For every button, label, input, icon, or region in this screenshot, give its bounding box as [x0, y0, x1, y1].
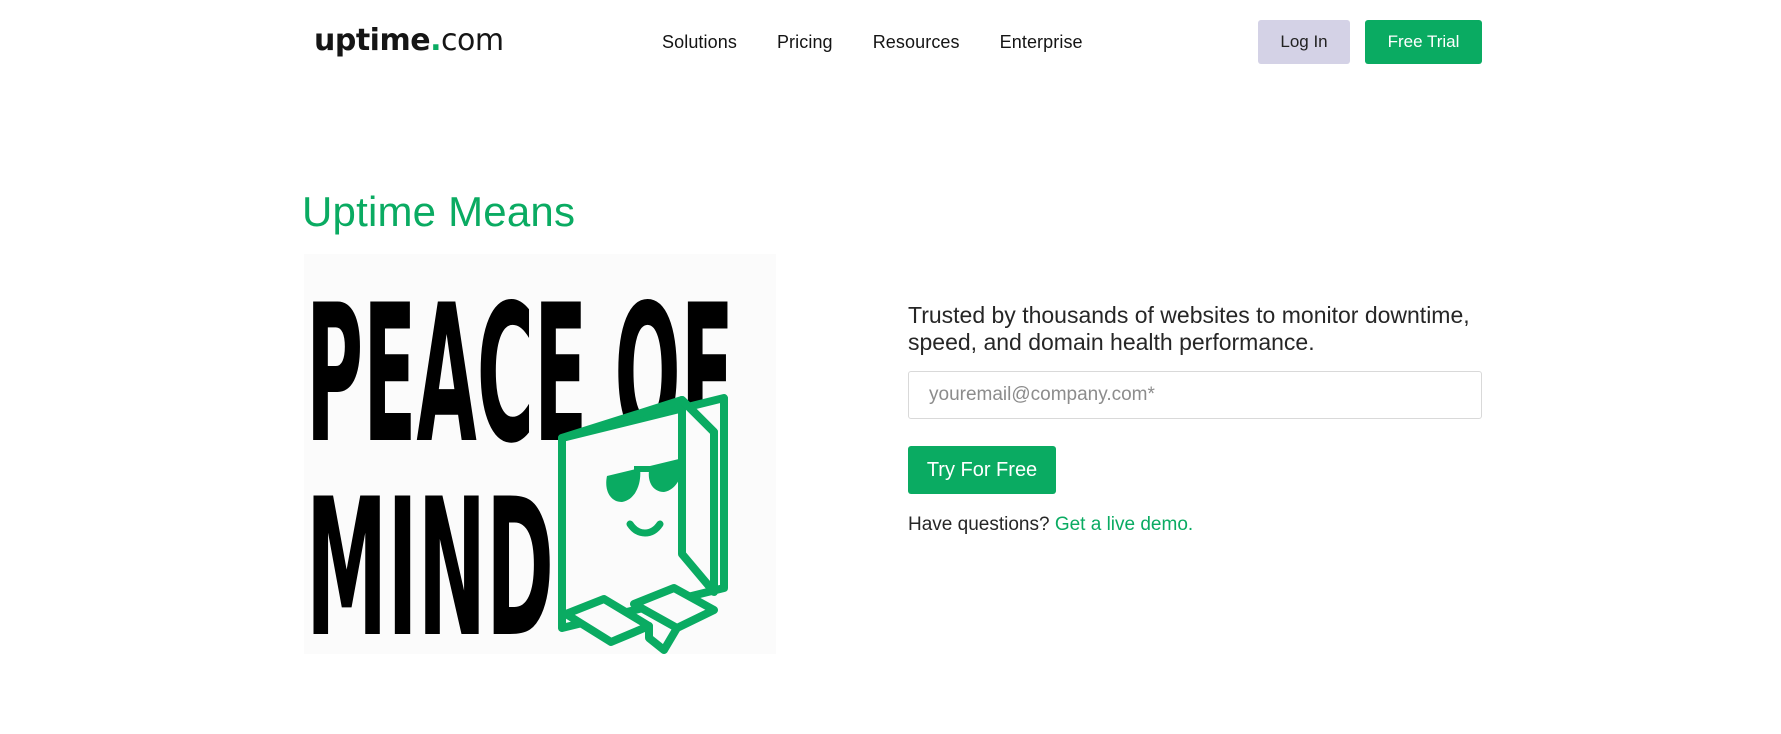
live-demo-link[interactable]: Get a live demo.: [1055, 514, 1193, 535]
login-button[interactable]: Log In: [1258, 20, 1350, 64]
nav-item-resources[interactable]: Resources: [873, 28, 960, 56]
logo-wordmark: uptime: [314, 23, 431, 58]
logo-tld: com: [440, 23, 504, 58]
try-for-free-button[interactable]: Try For Free: [908, 446, 1056, 494]
nav-item-solutions[interactable]: Solutions: [662, 28, 737, 56]
page: uptime.com Solutions Pricing Resources E…: [0, 0, 1781, 734]
email-field[interactable]: [908, 371, 1482, 419]
hero-tagline: Trusted by thousands of websites to moni…: [908, 302, 1470, 355]
free-trial-button[interactable]: Free Trial: [1365, 20, 1482, 64]
peace-of-mind-graphic: PEACE OF MIND: [304, 254, 776, 654]
questions-text: Have questions?: [908, 514, 1050, 535]
nav-item-pricing[interactable]: Pricing: [777, 28, 833, 56]
svg-text:MIND: MIND: [306, 458, 554, 654]
main-nav: Solutions Pricing Resources Enterprise: [662, 28, 1083, 56]
nav-item-enterprise[interactable]: Enterprise: [1000, 28, 1083, 56]
hero-eyebrow-heading: Uptime Means: [302, 188, 576, 235]
site-header: uptime.com Solutions Pricing Resources E…: [0, 0, 1781, 84]
questions-line: Have questions? Get a live demo.: [908, 511, 1193, 539]
uptime-logo[interactable]: uptime.com: [314, 22, 504, 60]
sunglasses-box-icon: [558, 394, 728, 654]
logo-dot: .: [430, 23, 441, 58]
